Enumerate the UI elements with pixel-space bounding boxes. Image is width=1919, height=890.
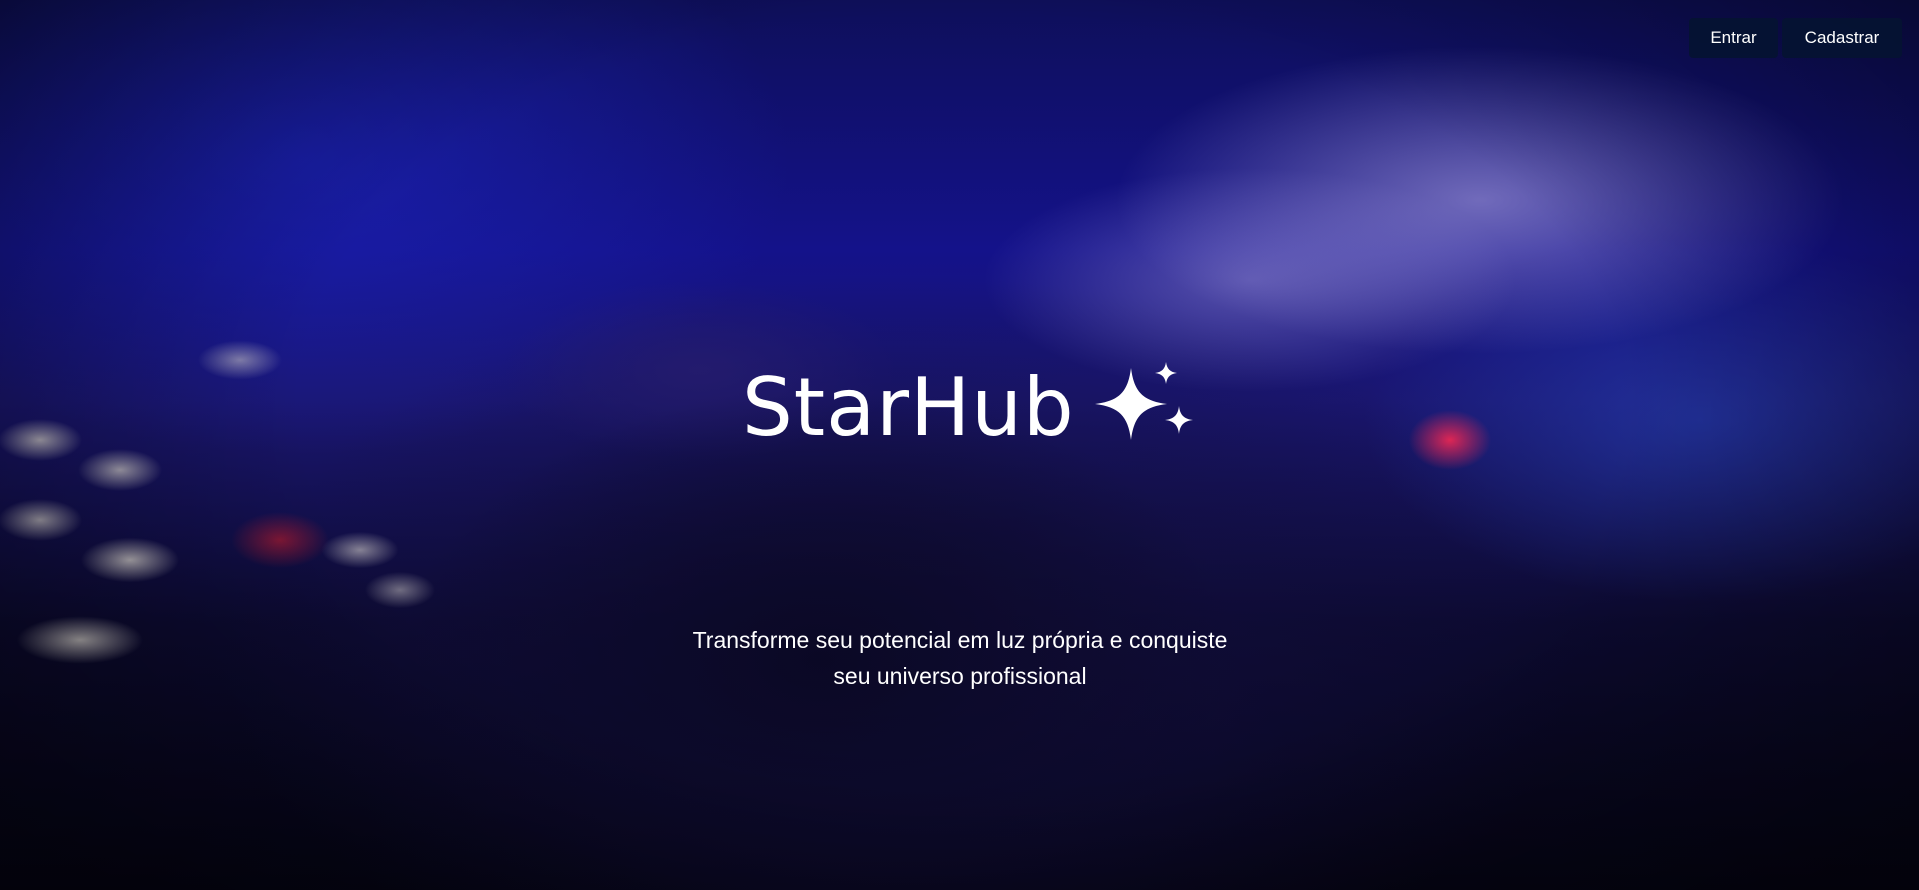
brand-name: StarHub [742, 361, 1075, 454]
background-keyboard-glow [0, 320, 540, 880]
sparkles-icon [1094, 362, 1193, 440]
signup-button[interactable]: Cadastrar [1782, 18, 1902, 58]
background-hand-shadow [180, 230, 1430, 890]
hero-section: Entrar Cadastrar StarHub Transforme seu … [0, 0, 1919, 890]
brand-logo: StarHub [742, 362, 1199, 454]
login-button[interactable]: Entrar [1689, 18, 1778, 58]
background-red-light [1380, 390, 1520, 490]
tagline-line-1: Transforme seu potencial em luz própria … [692, 627, 1228, 653]
auth-bar: Entrar Cadastrar [1689, 18, 1902, 58]
tagline: Transforme seu potencial em luz própria … [660, 622, 1260, 694]
tagline-line-2: seu universo profissional [833, 663, 1087, 689]
